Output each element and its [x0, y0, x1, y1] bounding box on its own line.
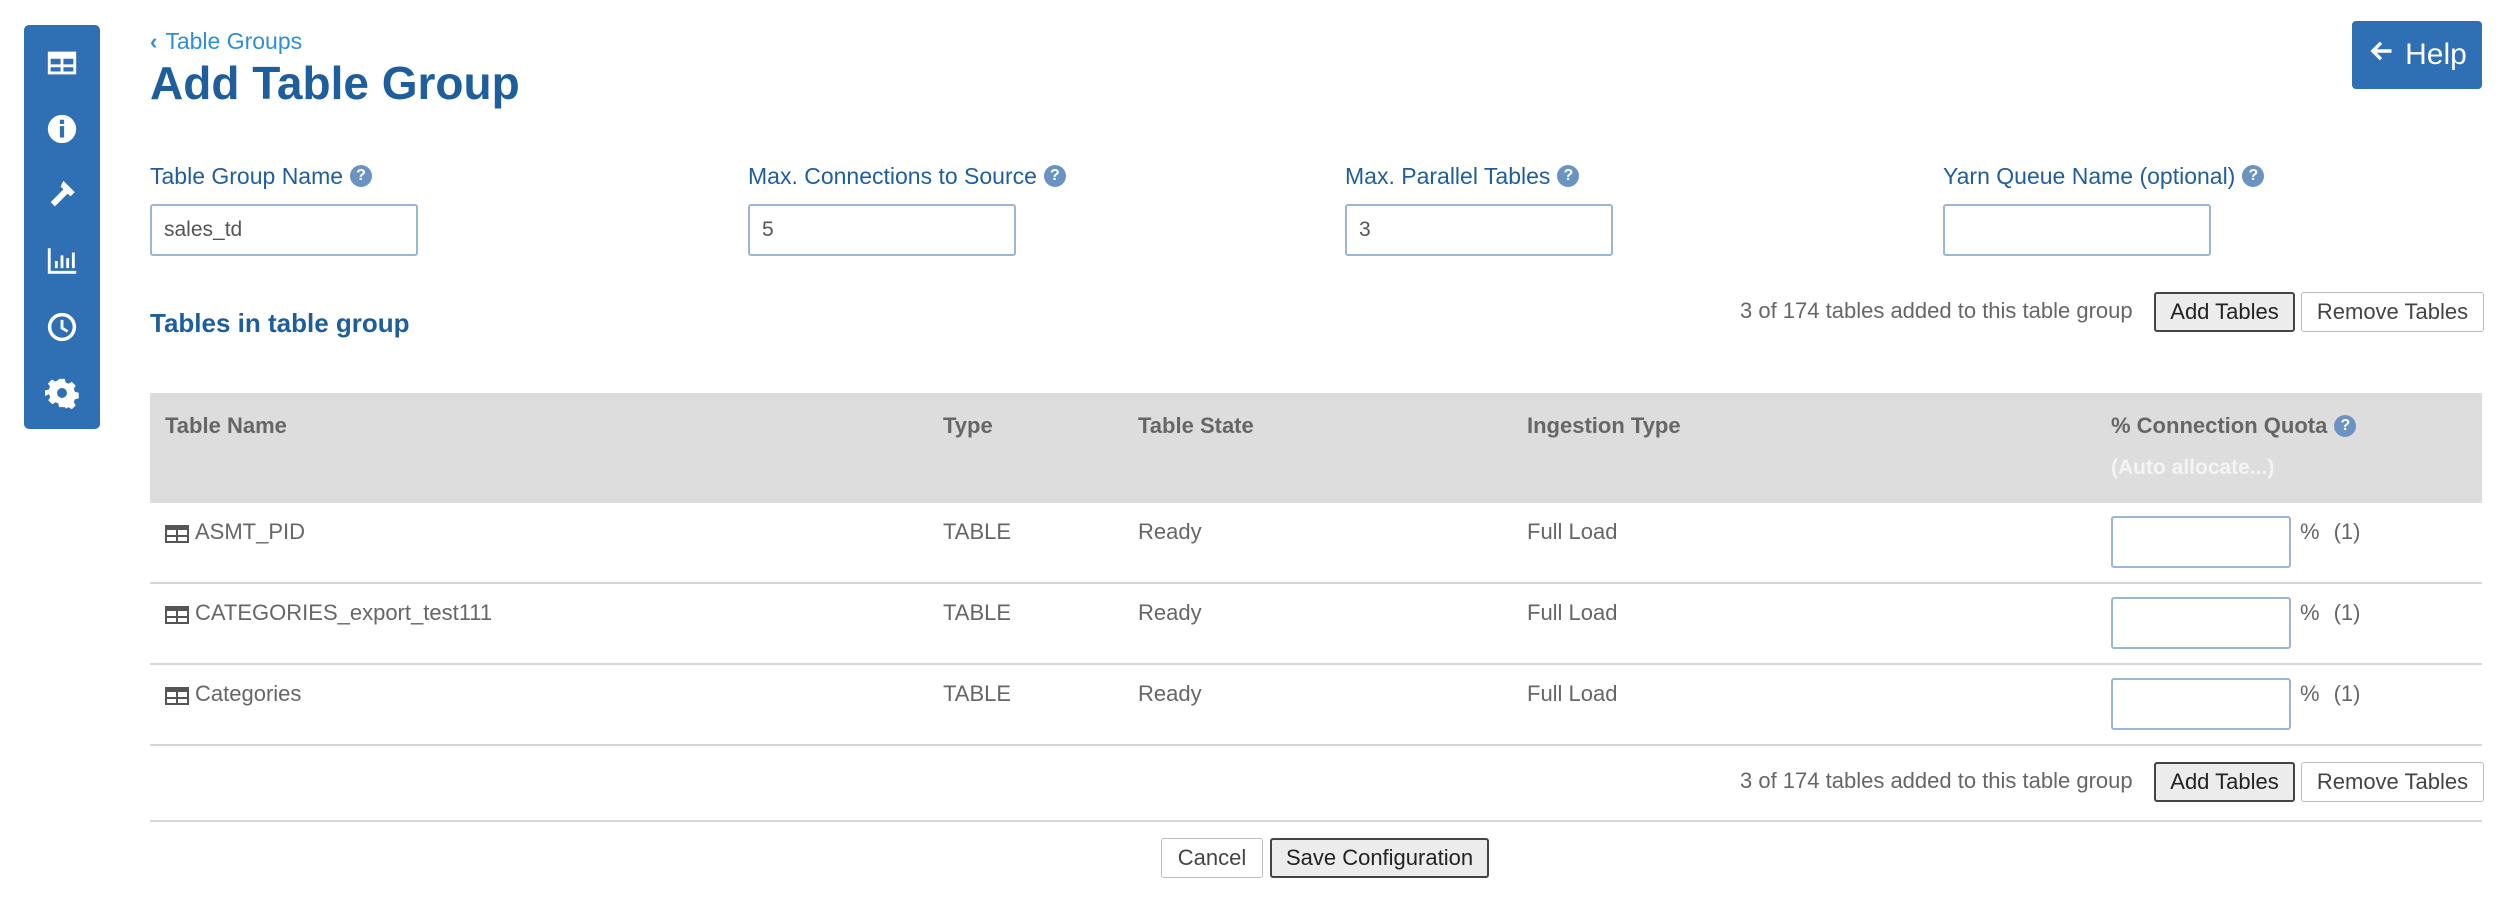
yarn-queue-input[interactable] [1943, 204, 2211, 256]
table-state: Ready [1138, 681, 1202, 706]
percent-unit: % [2300, 600, 2320, 625]
table-count-text-bottom: 3 of 174 tables added to this table grou… [1740, 768, 2133, 793]
table-icon[interactable] [44, 45, 80, 81]
help-circle-icon[interactable]: ? [2242, 165, 2265, 187]
add-tables-button-bottom[interactable]: Add Tables [2154, 762, 2295, 802]
table-state: Ready [1138, 519, 1202, 544]
connection-quota-label: % Connection Quota [2111, 413, 2328, 438]
save-configuration-button[interactable]: Save Configuration [1270, 838, 1489, 878]
group-name-label: Table Group Name [150, 162, 344, 189]
quota-count: (1) [2333, 681, 2361, 706]
table-row: CATEGORIES_export_test111 TABLE Ready Fu… [150, 584, 2482, 665]
help-circle-icon[interactable]: ? [350, 165, 373, 187]
table-icon [165, 604, 189, 624]
yarn-queue-field: Yarn Queue Name (optional) ? [1943, 162, 2265, 256]
help-circle-icon[interactable]: ? [1043, 165, 1066, 187]
help-button[interactable]: Help [2352, 21, 2482, 89]
table-row: ASMT_PID TABLE Ready Full Load % (1) [150, 503, 2482, 584]
table-count-text: 3 of 174 tables added to this table grou… [1740, 298, 2133, 323]
connection-quota-input[interactable] [2111, 597, 2291, 649]
remove-tables-button-bottom[interactable]: Remove Tables [2301, 762, 2484, 802]
help-circle-icon[interactable]: ? [1557, 165, 1580, 187]
table-type: TABLE [943, 600, 1012, 625]
remove-tables-button[interactable]: Remove Tables [2301, 292, 2484, 332]
quota-count: (1) [2333, 519, 2361, 544]
col-table-name: Table Name [165, 413, 287, 438]
connection-quota-input[interactable] [2111, 678, 2291, 730]
ingestion-type: Full Load [1527, 519, 1618, 544]
breadcrumb-label: Table Groups [165, 28, 303, 54]
add-tables-button[interactable]: Add Tables [2154, 292, 2295, 332]
yarn-queue-label: Yarn Queue Name (optional) [1943, 162, 2236, 189]
table-row: Categories TABLE Ready Full Load % (1) [150, 665, 2482, 746]
connection-quota-input[interactable] [2111, 516, 2291, 568]
max-parallel-label: Max. Parallel Tables [1345, 162, 1551, 189]
col-ingestion-type: Ingestion Type [1527, 413, 1681, 438]
ingestion-type: Full Load [1527, 600, 1618, 625]
auto-allocate-link[interactable]: (Auto allocate...) [2111, 456, 2274, 480]
ingestion-type: Full Load [1527, 681, 1618, 706]
sidebar [24, 25, 100, 429]
footer-divider [150, 820, 2482, 822]
col-type: Type [943, 413, 993, 438]
max-connections-label: Max. Connections to Source [748, 162, 1037, 189]
table-name: CATEGORIES_export_test111 [195, 600, 493, 625]
table-type: TABLE [943, 519, 1012, 544]
page-title: Add Table Group [150, 57, 520, 109]
section-title: Tables in table group [150, 308, 410, 338]
table-icon [165, 523, 189, 543]
col-table-state: Table State [1138, 413, 1254, 438]
hammer-icon[interactable] [44, 177, 80, 213]
gear-icon[interactable] [44, 375, 80, 411]
table-header: Table Name Type Table State Ingestion Ty… [150, 393, 2482, 503]
max-parallel-input[interactable] [1345, 204, 1613, 256]
group-name-field: Table Group Name ? [150, 162, 418, 256]
quota-count: (1) [2333, 600, 2361, 625]
help-label: Help [2405, 38, 2467, 71]
chevron-left-icon: ‹ [150, 28, 158, 54]
help-circle-icon[interactable]: ? [2334, 415, 2357, 437]
table-state: Ready [1138, 600, 1202, 625]
table-icon [165, 685, 189, 705]
col-connection-quota: % Connection Quota ? [2111, 413, 2357, 439]
breadcrumb[interactable]: ‹ Table Groups [150, 28, 302, 55]
max-connections-input[interactable] [748, 204, 1016, 256]
arrow-left-icon [2367, 37, 2395, 73]
max-connections-field: Max. Connections to Source ? [748, 162, 1066, 256]
bar-chart-icon[interactable] [44, 243, 80, 279]
group-name-input[interactable] [150, 204, 418, 256]
clock-icon[interactable] [44, 309, 80, 345]
table-type: TABLE [943, 681, 1012, 706]
info-icon[interactable] [44, 111, 80, 147]
table-name: ASMT_PID [195, 519, 306, 544]
cancel-button[interactable]: Cancel [1161, 838, 1263, 878]
percent-unit: % [2300, 681, 2320, 706]
max-parallel-field: Max. Parallel Tables ? [1345, 162, 1613, 256]
percent-unit: % [2300, 519, 2320, 544]
table-name: Categories [195, 681, 302, 706]
